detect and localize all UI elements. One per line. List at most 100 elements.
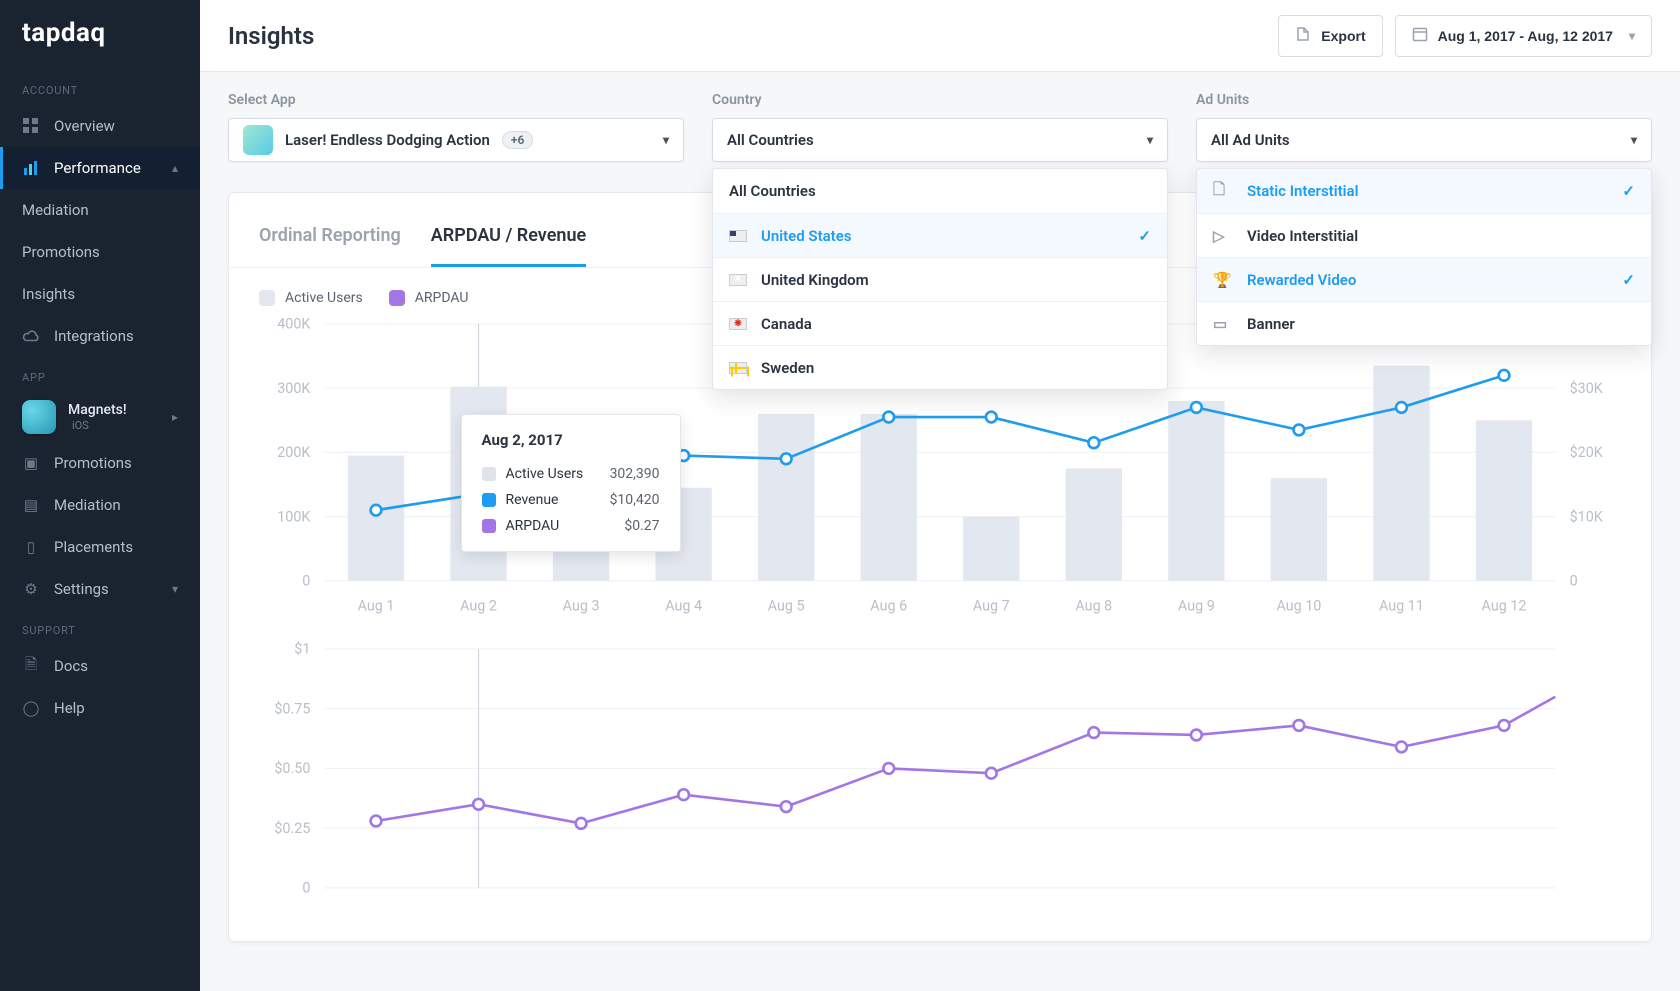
- device-icon: ▯: [22, 538, 40, 556]
- sidebar-item-promotions[interactable]: Promotions: [0, 231, 200, 273]
- app-icon: [22, 400, 56, 434]
- main-area: Insights Export Aug 1, 2017 - Aug, 12 20…: [200, 0, 1680, 991]
- document-icon: 🗎: [22, 657, 40, 675]
- adunit-option-video[interactable]: ▷ Video Interstitial ✓: [1197, 213, 1651, 257]
- sidebar-item-label: Promotions: [22, 243, 100, 261]
- sidebar-item-insights[interactable]: Insights: [0, 273, 200, 315]
- check-icon: ✓: [1622, 315, 1635, 333]
- sidebar-item-docs[interactable]: 🗎 Docs: [0, 645, 200, 687]
- adunit-option-banner[interactable]: ▭ Banner ✓: [1197, 301, 1651, 345]
- svg-text:Aug 3: Aug 3: [563, 599, 600, 615]
- svg-text:$0.75: $0.75: [274, 700, 310, 717]
- swatch-icon: [389, 290, 405, 306]
- tab-arpdau[interactable]: ARPDAU / Revenue: [431, 203, 586, 267]
- svg-text:100K: 100K: [277, 509, 310, 525]
- export-icon: [1295, 26, 1311, 45]
- check-icon: ✓: [1622, 227, 1635, 245]
- sidebar-item-app-promotions[interactable]: ▣ Promotions: [0, 442, 200, 484]
- sidebar-item-label: Mediation: [22, 201, 89, 219]
- sidebar-item-performance[interactable]: Performance ▴: [0, 147, 200, 189]
- flag-se-icon: [729, 362, 747, 374]
- filter-select-app: Select App Laser! Endless Dodging Action…: [228, 92, 684, 162]
- chevron-right-icon: ▸: [172, 410, 178, 424]
- sidebar-item-label: Overview: [54, 117, 115, 135]
- date-range-picker[interactable]: Aug 1, 2017 - Aug, 12 2017 ▾: [1395, 15, 1652, 57]
- svg-text:Aug 9: Aug 9: [1178, 599, 1215, 615]
- svg-text:Aug 7: Aug 7: [973, 599, 1010, 615]
- country-option-se[interactable]: Sweden: [713, 345, 1167, 389]
- bottom-chart: 0$0.25$0.50$0.75$1: [229, 637, 1651, 942]
- sidebar-item-label: Promotions: [54, 454, 132, 472]
- svg-text:Aug 1: Aug 1: [358, 599, 395, 615]
- svg-text:Aug 4: Aug 4: [665, 599, 702, 615]
- chevron-down-icon: ▾: [663, 133, 669, 147]
- country-option-all[interactable]: All Countries: [713, 169, 1167, 213]
- adunits-dropdown[interactable]: All Ad Units ▾: [1196, 118, 1652, 162]
- adunit-option-rewarded[interactable]: 🏆 Rewarded Video ✓: [1197, 257, 1651, 301]
- svg-text:$10K: $10K: [1570, 508, 1603, 525]
- legend-arpdau[interactable]: ARPDAU: [389, 290, 469, 306]
- export-label: Export: [1321, 28, 1365, 44]
- sidebar-item-app-mediation[interactable]: ▤ Mediation: [0, 484, 200, 526]
- tab-ordinal[interactable]: Ordinal Reporting: [259, 203, 401, 267]
- sidebar-item-mediation[interactable]: Mediation: [0, 189, 200, 231]
- app-name: Magnets!: [68, 402, 127, 419]
- sidebar-item-label: Performance: [54, 159, 141, 177]
- sidebar-app-selector[interactable]: Magnets! iOS ▸: [0, 392, 200, 442]
- sidebar-item-app-settings[interactable]: ⚙ Settings ▾: [0, 568, 200, 610]
- chart-tooltip: Aug 2, 2017 Active Users302,390 Revenue$…: [461, 414, 681, 552]
- sidebar-item-label: Placements: [54, 538, 133, 556]
- grid-icon: [22, 117, 40, 135]
- sidebar-item-label: Docs: [54, 657, 88, 675]
- sidebar-item-integrations[interactable]: Integrations: [0, 315, 200, 357]
- filter-label: Select App: [228, 92, 684, 108]
- export-button[interactable]: Export: [1278, 15, 1382, 57]
- country-option-us[interactable]: United States ✓: [713, 213, 1167, 257]
- filter-label: Country: [712, 92, 1168, 108]
- rectangle-icon: ▭: [1213, 315, 1233, 333]
- svg-text:Aug 2: Aug 2: [460, 599, 497, 615]
- select-value: All Countries: [727, 131, 814, 149]
- layers-icon: ▤: [22, 496, 40, 514]
- swatch-icon: [482, 519, 496, 533]
- brand-logo: tapdaq: [0, 0, 200, 70]
- svg-text:Aug 8: Aug 8: [1075, 599, 1112, 615]
- sidebar-item-help[interactable]: ◯ Help: [0, 687, 200, 729]
- flag-ca-icon: [729, 318, 747, 330]
- adunits-dropdown-menu: 🗋 Static Interstitial ✓ ▷ Video Intersti…: [1196, 168, 1652, 346]
- help-icon: ◯: [22, 699, 40, 717]
- calendar-icon: [1412, 26, 1428, 45]
- country-option-uk[interactable]: United Kingdom: [713, 257, 1167, 301]
- svg-text:$30K: $30K: [1570, 380, 1603, 397]
- sidebar-item-label: Insights: [22, 285, 75, 303]
- sidebar-item-overview[interactable]: Overview: [0, 105, 200, 147]
- svg-text:$1: $1: [294, 640, 310, 657]
- adunit-option-static[interactable]: 🗋 Static Interstitial ✓: [1197, 169, 1651, 213]
- page-title: Insights: [228, 22, 314, 50]
- arpdau-line-chart[interactable]: 0$0.25$0.50$0.75$1: [259, 637, 1621, 912]
- check-icon: ✓: [1622, 271, 1635, 289]
- sidebar-section-support: SUPPORT: [0, 610, 200, 645]
- swatch-icon: [482, 467, 496, 481]
- sidebar-item-label: Settings: [54, 580, 109, 598]
- flag-uk-icon: [729, 274, 747, 286]
- filter-ad-units: Ad Units All Ad Units ▾ 🗋 Static Interst…: [1196, 92, 1652, 162]
- svg-text:$20K: $20K: [1570, 444, 1603, 461]
- extra-count-badge: +6: [502, 131, 533, 149]
- svg-text:$0.25: $0.25: [274, 820, 310, 837]
- country-dropdown[interactable]: All Countries ▾: [712, 118, 1168, 162]
- sidebar-item-app-placements[interactable]: ▯ Placements: [0, 526, 200, 568]
- check-icon: ✓: [1138, 227, 1151, 245]
- country-option-ca[interactable]: Canada: [713, 301, 1167, 345]
- select-app-dropdown[interactable]: Laser! Endless Dodging Action +6 ▾: [228, 118, 684, 162]
- legend-active-users[interactable]: Active Users: [259, 290, 363, 306]
- sidebar-section-account: ACCOUNT: [0, 70, 200, 105]
- select-value: Laser! Endless Dodging Action: [285, 131, 490, 149]
- topbar: Insights Export Aug 1, 2017 - Aug, 12 20…: [200, 0, 1680, 72]
- file-icon: 🗋: [1213, 179, 1233, 204]
- gear-icon: ⚙: [22, 580, 40, 598]
- svg-text:Aug 12: Aug 12: [1482, 599, 1527, 615]
- country-dropdown-menu: All Countries United States ✓ United Kin…: [712, 168, 1168, 390]
- check-icon: ✓: [1622, 182, 1635, 200]
- chevron-down-icon: ▾: [1631, 133, 1637, 147]
